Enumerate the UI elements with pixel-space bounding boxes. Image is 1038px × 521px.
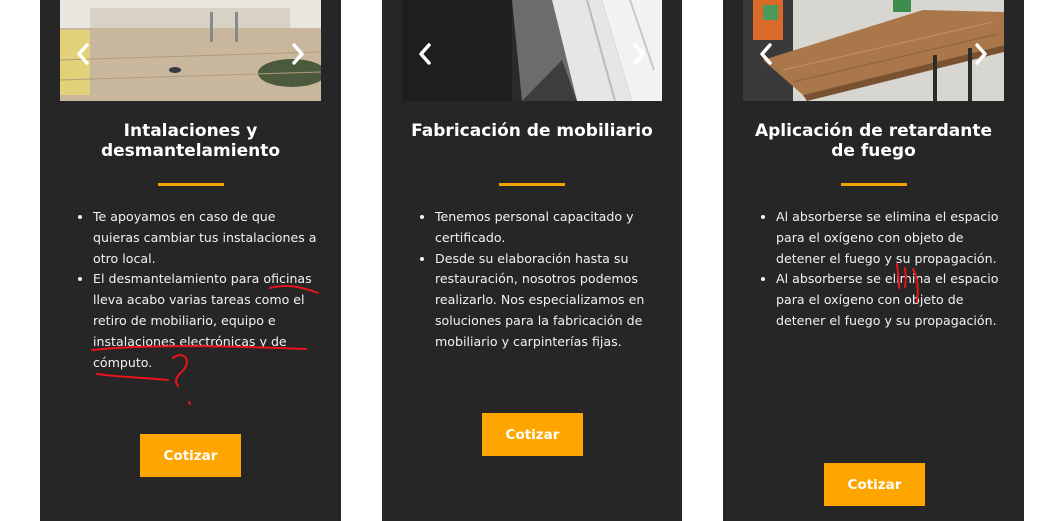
quote-button[interactable]: Cotizar [824, 463, 925, 506]
list-item: Al absorberse se elimina el espacio para… [776, 207, 1006, 269]
list-item: Desde su elaboración hasta su restauraci… [435, 249, 664, 353]
carousel-image-wood-table [743, 0, 1004, 101]
chevron-left-icon[interactable] [757, 40, 775, 68]
title-divider [157, 183, 224, 186]
list-item: Al absorberse se elimina el espacio para… [776, 269, 1006, 331]
card-title: Aplicación de retardante de fuego [754, 121, 993, 161]
service-card-installations: Intalaciones y desmantelamiento Te apoya… [40, 0, 341, 521]
service-card-fire-retardant: Aplicación de retardante de fuego Al abs… [723, 0, 1024, 521]
list-item: Te apoyamos en caso de que quieras cambi… [93, 207, 323, 269]
chevron-right-icon[interactable] [630, 40, 648, 68]
list-item: Tenemos personal capacitado y certificad… [435, 207, 664, 249]
carousel-image-office-floor [60, 0, 321, 101]
feature-list: Te apoyamos en caso de que quieras cambi… [73, 207, 323, 373]
carousel-image-furniture-panels [402, 0, 662, 101]
list-item: El desmantelamiento para oficinas lleva … [93, 269, 323, 373]
chevron-left-icon[interactable] [416, 40, 434, 68]
chevron-right-icon[interactable] [289, 40, 307, 68]
image-carousel[interactable] [60, 0, 321, 101]
chevron-left-icon[interactable] [74, 40, 92, 68]
feature-list: Al absorberse se elimina el espacio para… [756, 207, 1006, 332]
image-carousel[interactable] [743, 0, 1004, 101]
card-title: Fabricación de mobiliario [411, 121, 653, 141]
title-divider [840, 183, 907, 186]
title-divider [499, 183, 565, 186]
feature-list: Tenemos personal capacitado y certificad… [415, 207, 664, 353]
quote-button[interactable]: Cotizar [140, 434, 241, 477]
quote-button[interactable]: Cotizar [482, 413, 583, 456]
service-card-furniture: Fabricación de mobiliario Tenemos person… [382, 0, 682, 521]
image-carousel[interactable] [402, 0, 662, 101]
chevron-right-icon[interactable] [972, 40, 990, 68]
card-title: Intalaciones y desmantelamiento [100, 121, 281, 161]
